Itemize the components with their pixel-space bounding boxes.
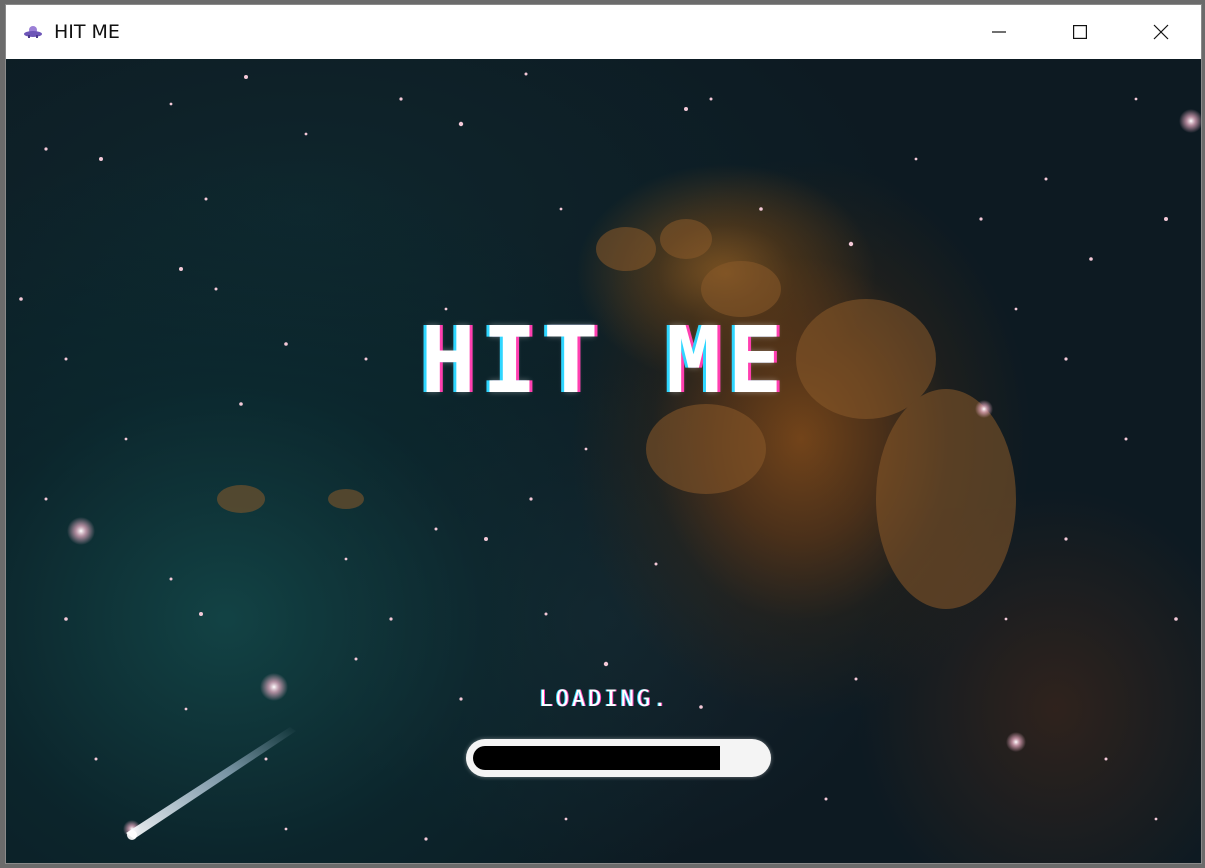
loading-progress-bar xyxy=(466,739,771,777)
alien-ship-icon xyxy=(23,24,43,40)
comet xyxy=(126,727,296,840)
close-icon xyxy=(1153,24,1168,40)
minimize-icon xyxy=(991,31,1006,33)
minimize-button[interactable] xyxy=(958,5,1039,59)
large-stars xyxy=(67,109,1201,838)
maximize-button[interactable] xyxy=(1039,5,1120,59)
window-controls xyxy=(958,5,1201,59)
close-button[interactable] xyxy=(1120,5,1201,59)
loading-label: LOADING. xyxy=(539,687,670,712)
maximize-icon xyxy=(1072,25,1087,39)
game-title: HIT ME xyxy=(420,307,789,414)
window-title: HIT ME xyxy=(54,21,120,43)
title-bar[interactable]: HIT ME xyxy=(6,5,1201,59)
loading-progress-fill xyxy=(473,746,720,770)
app-window: HIT ME HIT ME LOADING. xyxy=(5,4,1202,864)
nebula-clouds xyxy=(217,219,1016,609)
game-canvas[interactable]: HIT ME LOADING. xyxy=(6,59,1201,863)
